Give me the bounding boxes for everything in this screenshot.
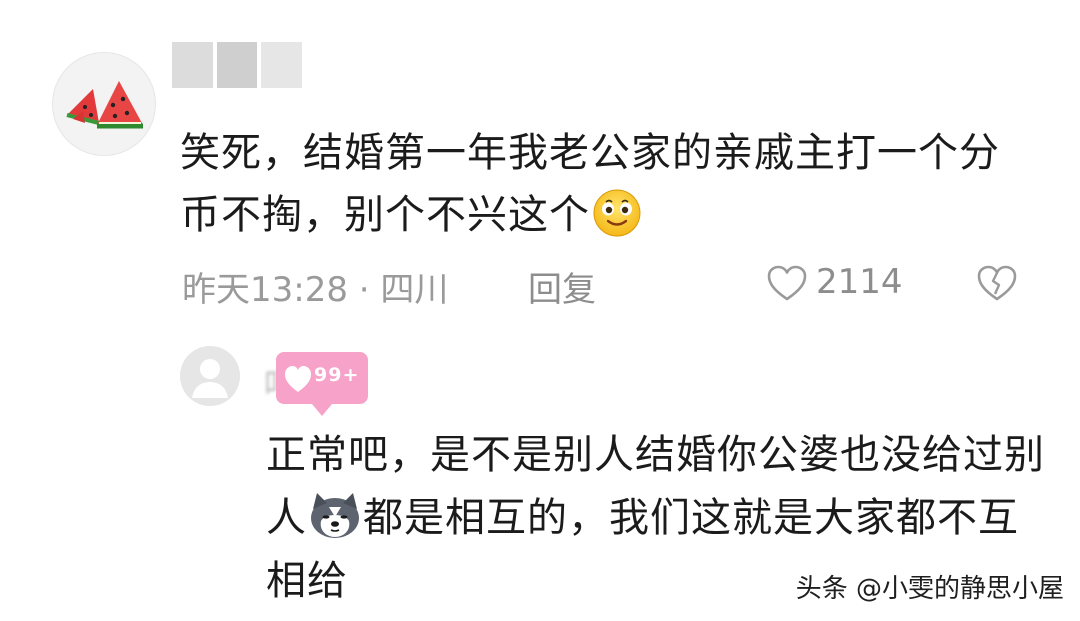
like-badge-count: 99+ bbox=[314, 364, 360, 386]
broken-heart-icon[interactable] bbox=[976, 264, 1018, 304]
like-count: 2114 bbox=[816, 262, 903, 302]
watermelon-icon bbox=[66, 81, 143, 129]
like-badge: 99+ bbox=[276, 352, 368, 418]
replier-avatar[interactable] bbox=[180, 346, 240, 406]
comment-thread: 笑死，结婚第一年我老公家的亲戚主打一个分币不掏，别个不兴这个 昨天13:28 ·… bbox=[0, 0, 1080, 621]
commenter-avatar[interactable] bbox=[52, 52, 156, 156]
commenter-name-mosaic bbox=[172, 42, 303, 88]
comment-body: 笑死，结婚第一年我老公家的亲戚主打一个分币不掏，别个不兴这个 bbox=[180, 122, 1010, 246]
heart-outline-icon[interactable] bbox=[766, 264, 808, 304]
reply-button[interactable]: 回复 bbox=[528, 262, 596, 311]
comment-meta-row: 昨天13:28 · 四川 回复 2114 bbox=[182, 262, 1022, 310]
source-watermark: 头条 @小雯的静思小屋 bbox=[795, 574, 1064, 604]
comment-time-location: 昨天13:28 · 四川 bbox=[182, 270, 449, 310]
husky-dog-emoji-icon bbox=[311, 493, 359, 538]
default-user-icon bbox=[180, 346, 240, 406]
smile-emoji-icon bbox=[593, 189, 641, 237]
comment-text: 笑死，结婚第一年我老公家的亲戚主打一个分币不掏，别个不兴这个 bbox=[180, 130, 1000, 238]
